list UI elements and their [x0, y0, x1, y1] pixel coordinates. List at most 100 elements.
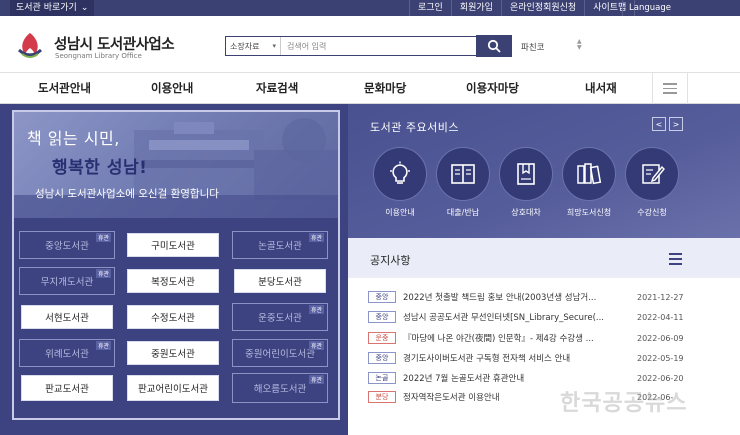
- branch-button[interactable]: 중원어린이도서관 휴관: [232, 339, 328, 367]
- service-label-usage: 이용안내: [385, 208, 415, 217]
- library-shortcut-dropdown[interactable]: 도서관 바로가기 ⌄: [10, 0, 95, 16]
- chevron-left-icon[interactable]: <: [652, 117, 666, 131]
- notice-title-link[interactable]: 2022년 7월 논골도서관 휴관안내: [403, 372, 628, 384]
- notice-title-link[interactable]: 2022년 첫출발 책드림 홍보 안내(2003년생 성남거...: [403, 291, 628, 303]
- branch-button[interactable]: 위례도서관 휴관: [19, 339, 115, 367]
- service-book-request[interactable]: [562, 147, 616, 201]
- branch-button[interactable]: 해오름도서관 휴관: [232, 373, 328, 403]
- branch-name: 중앙도서관: [45, 241, 89, 252]
- nav-library-info[interactable]: 도서관안내: [38, 73, 91, 104]
- notice-date: 2022-06-20: [637, 373, 684, 383]
- branch-button[interactable]: 중원도서관: [125, 339, 221, 367]
- language-label: Language: [629, 3, 671, 13]
- closed-badge: 휴관: [308, 375, 324, 384]
- search-button[interactable]: [476, 35, 512, 57]
- all-menu-icon[interactable]: [652, 73, 688, 104]
- nav-user-forum[interactable]: 이용자마당: [466, 73, 519, 104]
- branch-name: 위례도서관: [45, 349, 89, 360]
- watermark: 한국공공뉴스: [560, 391, 688, 416]
- branch-name: 운중도서관: [258, 313, 302, 324]
- service-usage-guide[interactable]: [373, 147, 427, 201]
- closed-badge: 휴관: [95, 269, 111, 278]
- notice-row[interactable]: 중앙 경기도사이버도서관 구독형 전자책 서비스 안내 2022-05-19: [368, 351, 698, 365]
- search-category-value: 소장자료: [230, 41, 260, 51]
- branch-button[interactable]: 운중도서관 휴관: [232, 303, 328, 331]
- site-title[interactable]: 성남시 도서관사업소: [54, 33, 175, 54]
- nav-search[interactable]: 자료검색: [256, 73, 298, 104]
- main-navigation: 도서관안내 이용안내 자료검색 문화마당 이용자마당 내서재: [0, 72, 740, 104]
- notice-branch-badge: 중앙: [368, 291, 396, 303]
- chevron-down-icon: ▾: [272, 42, 276, 50]
- branch-name: 수정도서관: [151, 313, 195, 324]
- site-subtitle: Seongnam Library Office: [55, 52, 142, 60]
- keyword-rotate-arrows-icon[interactable]: ▲ ▼: [577, 39, 582, 51]
- chevron-down-icon: ⌄: [80, 3, 89, 13]
- notice-date: 2022-05-19: [637, 353, 684, 363]
- branch-name: 판교도서관: [45, 384, 89, 395]
- chevron-down-icon: ⌄: [633, 19, 641, 29]
- branch-button[interactable]: 복정도서관: [125, 267, 221, 295]
- nav-culture[interactable]: 문화마당: [364, 73, 406, 104]
- notice-row[interactable]: 논골 2022년 7월 논골도서관 휴관안내 2022-06-20: [368, 371, 698, 385]
- nav-my-library[interactable]: 내서재: [585, 73, 617, 104]
- book-open-icon: [451, 164, 475, 184]
- lightbulb-icon: [390, 161, 410, 184]
- search-input[interactable]: 검색어 입력: [281, 41, 326, 52]
- closed-badge: 휴관: [95, 233, 111, 242]
- branch-name: 분당도서관: [258, 277, 302, 288]
- language-dropdown[interactable]: Language ⌄: [622, 0, 684, 29]
- chevron-right-icon[interactable]: >: [669, 117, 683, 131]
- nav-usage-info[interactable]: 이용안내: [151, 73, 193, 104]
- seongnam-logo-icon[interactable]: [14, 30, 46, 60]
- notice-date: 2022-06-09: [637, 333, 684, 343]
- notice-row[interactable]: 중앙 2022년 첫출발 책드림 홍보 안내(2003년생 성남거... 2021-…: [368, 290, 698, 304]
- services-title: 도서관 주요서비스: [370, 121, 459, 134]
- service-loan-return[interactable]: [436, 147, 490, 201]
- closed-badge: 휴관: [308, 233, 324, 242]
- branch-button[interactable]: 중앙도서관 휴관: [19, 231, 115, 259]
- service-label-loan: 대출/반납: [446, 208, 480, 217]
- closed-badge: 휴관: [308, 305, 324, 314]
- library-shortcut-label: 도서관 바로가기: [16, 3, 77, 13]
- bookmark-book-icon: [517, 163, 535, 185]
- pencil-note-icon: [642, 164, 665, 184]
- online-member-link[interactable]: 온라인정회원신청: [500, 0, 584, 16]
- popular-keyword[interactable]: 파친코: [521, 41, 544, 53]
- closed-badge: 휴관: [308, 341, 324, 350]
- notice-date: 2022-04-11: [637, 312, 684, 322]
- branch-name: 해오름도서관: [253, 384, 307, 395]
- notice-row[interactable]: 운중 『마당에 나온 야간(夜間) 인문학』- 제4강 수강생 ... 2022-0…: [368, 331, 698, 345]
- branch-button[interactable]: 논골도서관 휴관: [232, 231, 328, 259]
- notice-branch-badge: 운중: [368, 332, 396, 344]
- notice-branch-badge: 중앙: [368, 352, 396, 364]
- branch-name: 복정도서관: [151, 277, 195, 288]
- branch-button[interactable]: 구미도서관: [125, 231, 221, 259]
- notice-row[interactable]: 중앙 성남시 공공도서관 무선인터넷[SN_Library_Secure(... 2…: [368, 310, 698, 324]
- utility-bar: 도서관 바로가기 ⌄ 로그인 회원가입 온라인정회원신청 사이트맵 Langua…: [0, 0, 740, 29]
- notice-more-icon[interactable]: [669, 253, 682, 265]
- branch-button[interactable]: 수정도서관: [125, 303, 221, 331]
- branch-button[interactable]: 무지개도서관 휴관: [19, 267, 115, 295]
- search-bar: 소장자료 ▾ 검색어 입력: [225, 36, 477, 56]
- branch-button[interactable]: 판교도서관: [19, 373, 115, 403]
- notice-title-link[interactable]: 『마당에 나온 야간(夜間) 인문학』- 제4강 수강생 ...: [403, 332, 628, 344]
- hero-welcome-text: 성남시 도서관사업소에 오신걸 환영합니다: [35, 188, 219, 200]
- signup-link[interactable]: 회원가입: [450, 0, 501, 16]
- service-label-interloan: 상호대차: [511, 208, 541, 217]
- notice-branch-badge: 분당: [368, 391, 396, 403]
- branch-button[interactable]: 서현도서관: [19, 303, 115, 331]
- hero-slogan-line1: 책 읽는 시민,: [27, 129, 120, 148]
- service-interlibrary-loan[interactable]: [499, 147, 553, 201]
- notice-branch-badge: 논골: [368, 372, 396, 384]
- notice-title-link[interactable]: 성남시 공공도서관 무선인터넷[SN_Library_Secure(...: [403, 311, 628, 323]
- service-course-signup[interactable]: [625, 147, 679, 201]
- branch-name: 구미도서관: [151, 241, 195, 252]
- notice-title: 공지사항: [370, 254, 411, 267]
- branch-button[interactable]: 분당도서관: [232, 267, 328, 295]
- branch-name: 서현도서관: [45, 313, 89, 324]
- branch-button[interactable]: 판교어린이도서관: [125, 373, 221, 403]
- search-category-select[interactable]: 소장자료 ▾: [226, 37, 281, 55]
- notice-date: 2021-12-27: [637, 292, 684, 302]
- login-link[interactable]: 로그인: [409, 0, 451, 16]
- notice-title-link[interactable]: 경기도사이버도서관 구독형 전자책 서비스 안내: [403, 352, 628, 364]
